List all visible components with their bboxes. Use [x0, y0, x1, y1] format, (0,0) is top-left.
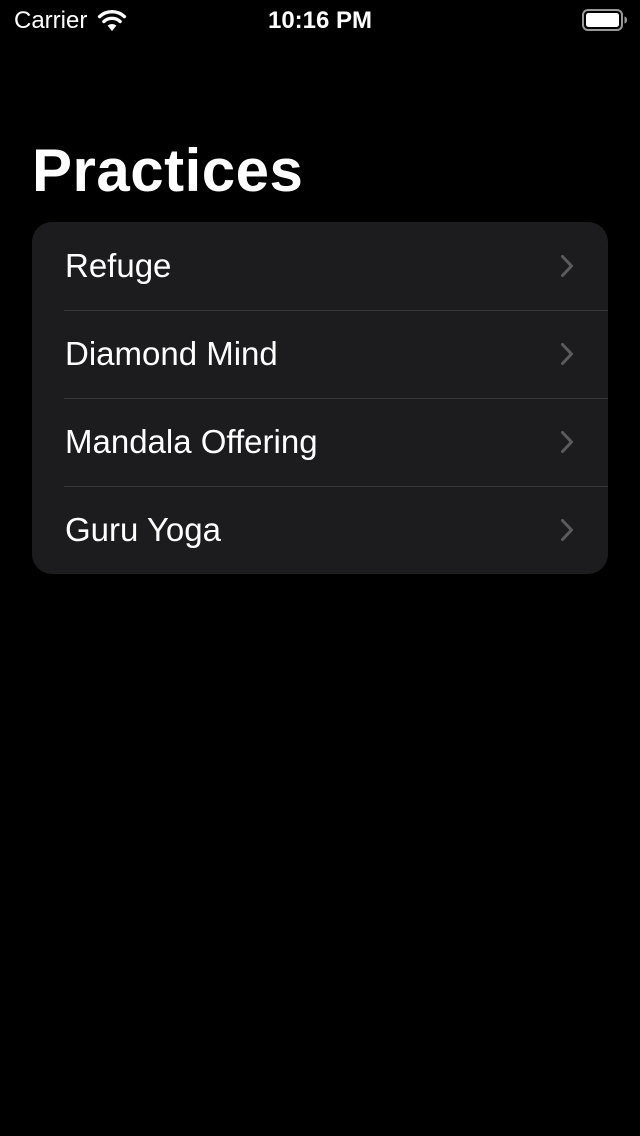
- status-bar: Carrier 10:16 PM: [0, 0, 640, 40]
- list-item-guru-yoga[interactable]: Guru Yoga: [32, 486, 608, 574]
- page-title: Practices: [32, 137, 304, 204]
- list-item-mandala-offering[interactable]: Mandala Offering: [32, 398, 608, 486]
- list-item-refuge[interactable]: Refuge: [32, 222, 608, 310]
- chevron-right-icon: [561, 343, 573, 365]
- list-item-diamond-mind[interactable]: Diamond Mind: [32, 310, 608, 398]
- chevron-right-icon: [561, 431, 573, 453]
- list-item-label: Guru Yoga: [65, 511, 221, 548]
- battery-icon: [582, 9, 627, 31]
- list-item-label: Refuge: [65, 247, 172, 284]
- practices-list: Refuge Diamond Mind Mandala Offering Gur…: [32, 222, 608, 574]
- chevron-right-icon: [561, 255, 573, 277]
- list-item-label: Mandala Offering: [65, 423, 318, 460]
- chevron-right-icon: [561, 519, 573, 541]
- app-screen: Carrier 10:16 PM Practices Refuge Diamon…: [0, 0, 640, 1136]
- list-item-label: Diamond Mind: [65, 335, 278, 372]
- status-time: 10:16 PM: [267, 7, 373, 34]
